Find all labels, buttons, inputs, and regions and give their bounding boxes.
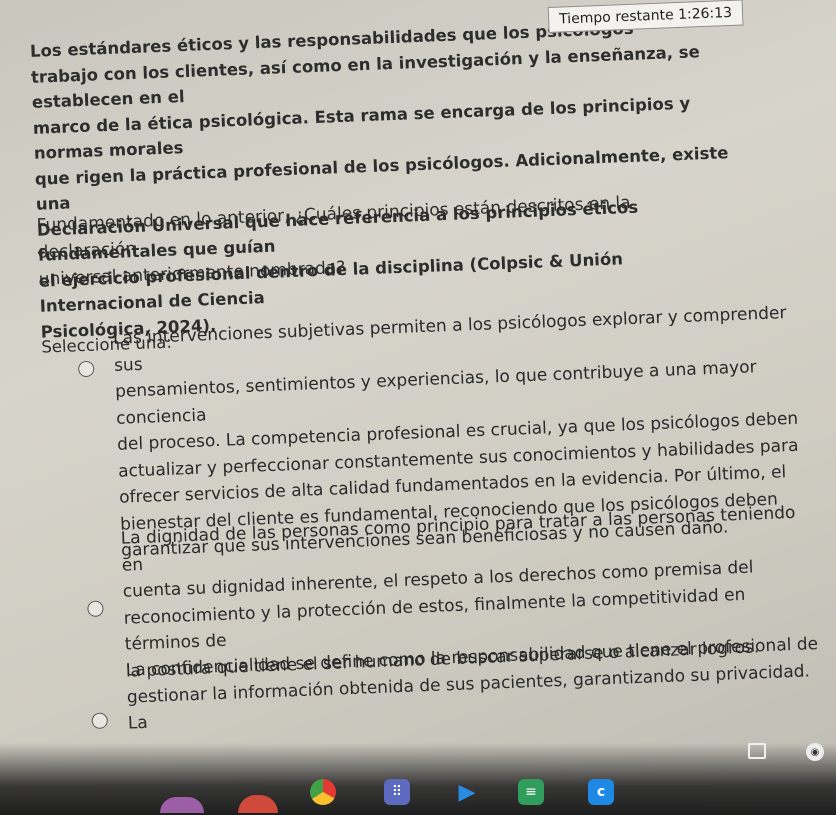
os-shelf: ⠿ ▶ ≡ c ◉ <box>0 743 836 815</box>
radio-button-3[interactable] <box>91 712 109 730</box>
youtube-icon[interactable] <box>238 795 278 813</box>
gmail-icon[interactable] <box>160 797 204 813</box>
bookmark-icon[interactable] <box>748 743 766 759</box>
apps-icon[interactable]: ⠿ <box>384 779 410 805</box>
audio-icon[interactable]: ◉ <box>806 743 824 761</box>
classroom-icon[interactable]: c <box>588 779 614 805</box>
radio-button-2[interactable] <box>87 600 104 618</box>
radio-button-1[interactable] <box>77 360 95 378</box>
question-context: Los estándares éticos y las responsabili… <box>30 12 741 345</box>
exam-page: Los estándares éticos y las responsabili… <box>0 0 836 814</box>
chrome-icon[interactable] <box>310 779 336 805</box>
docs-icon[interactable]: ≡ <box>518 779 544 805</box>
play-store-icon[interactable]: ▶ <box>454 779 480 805</box>
